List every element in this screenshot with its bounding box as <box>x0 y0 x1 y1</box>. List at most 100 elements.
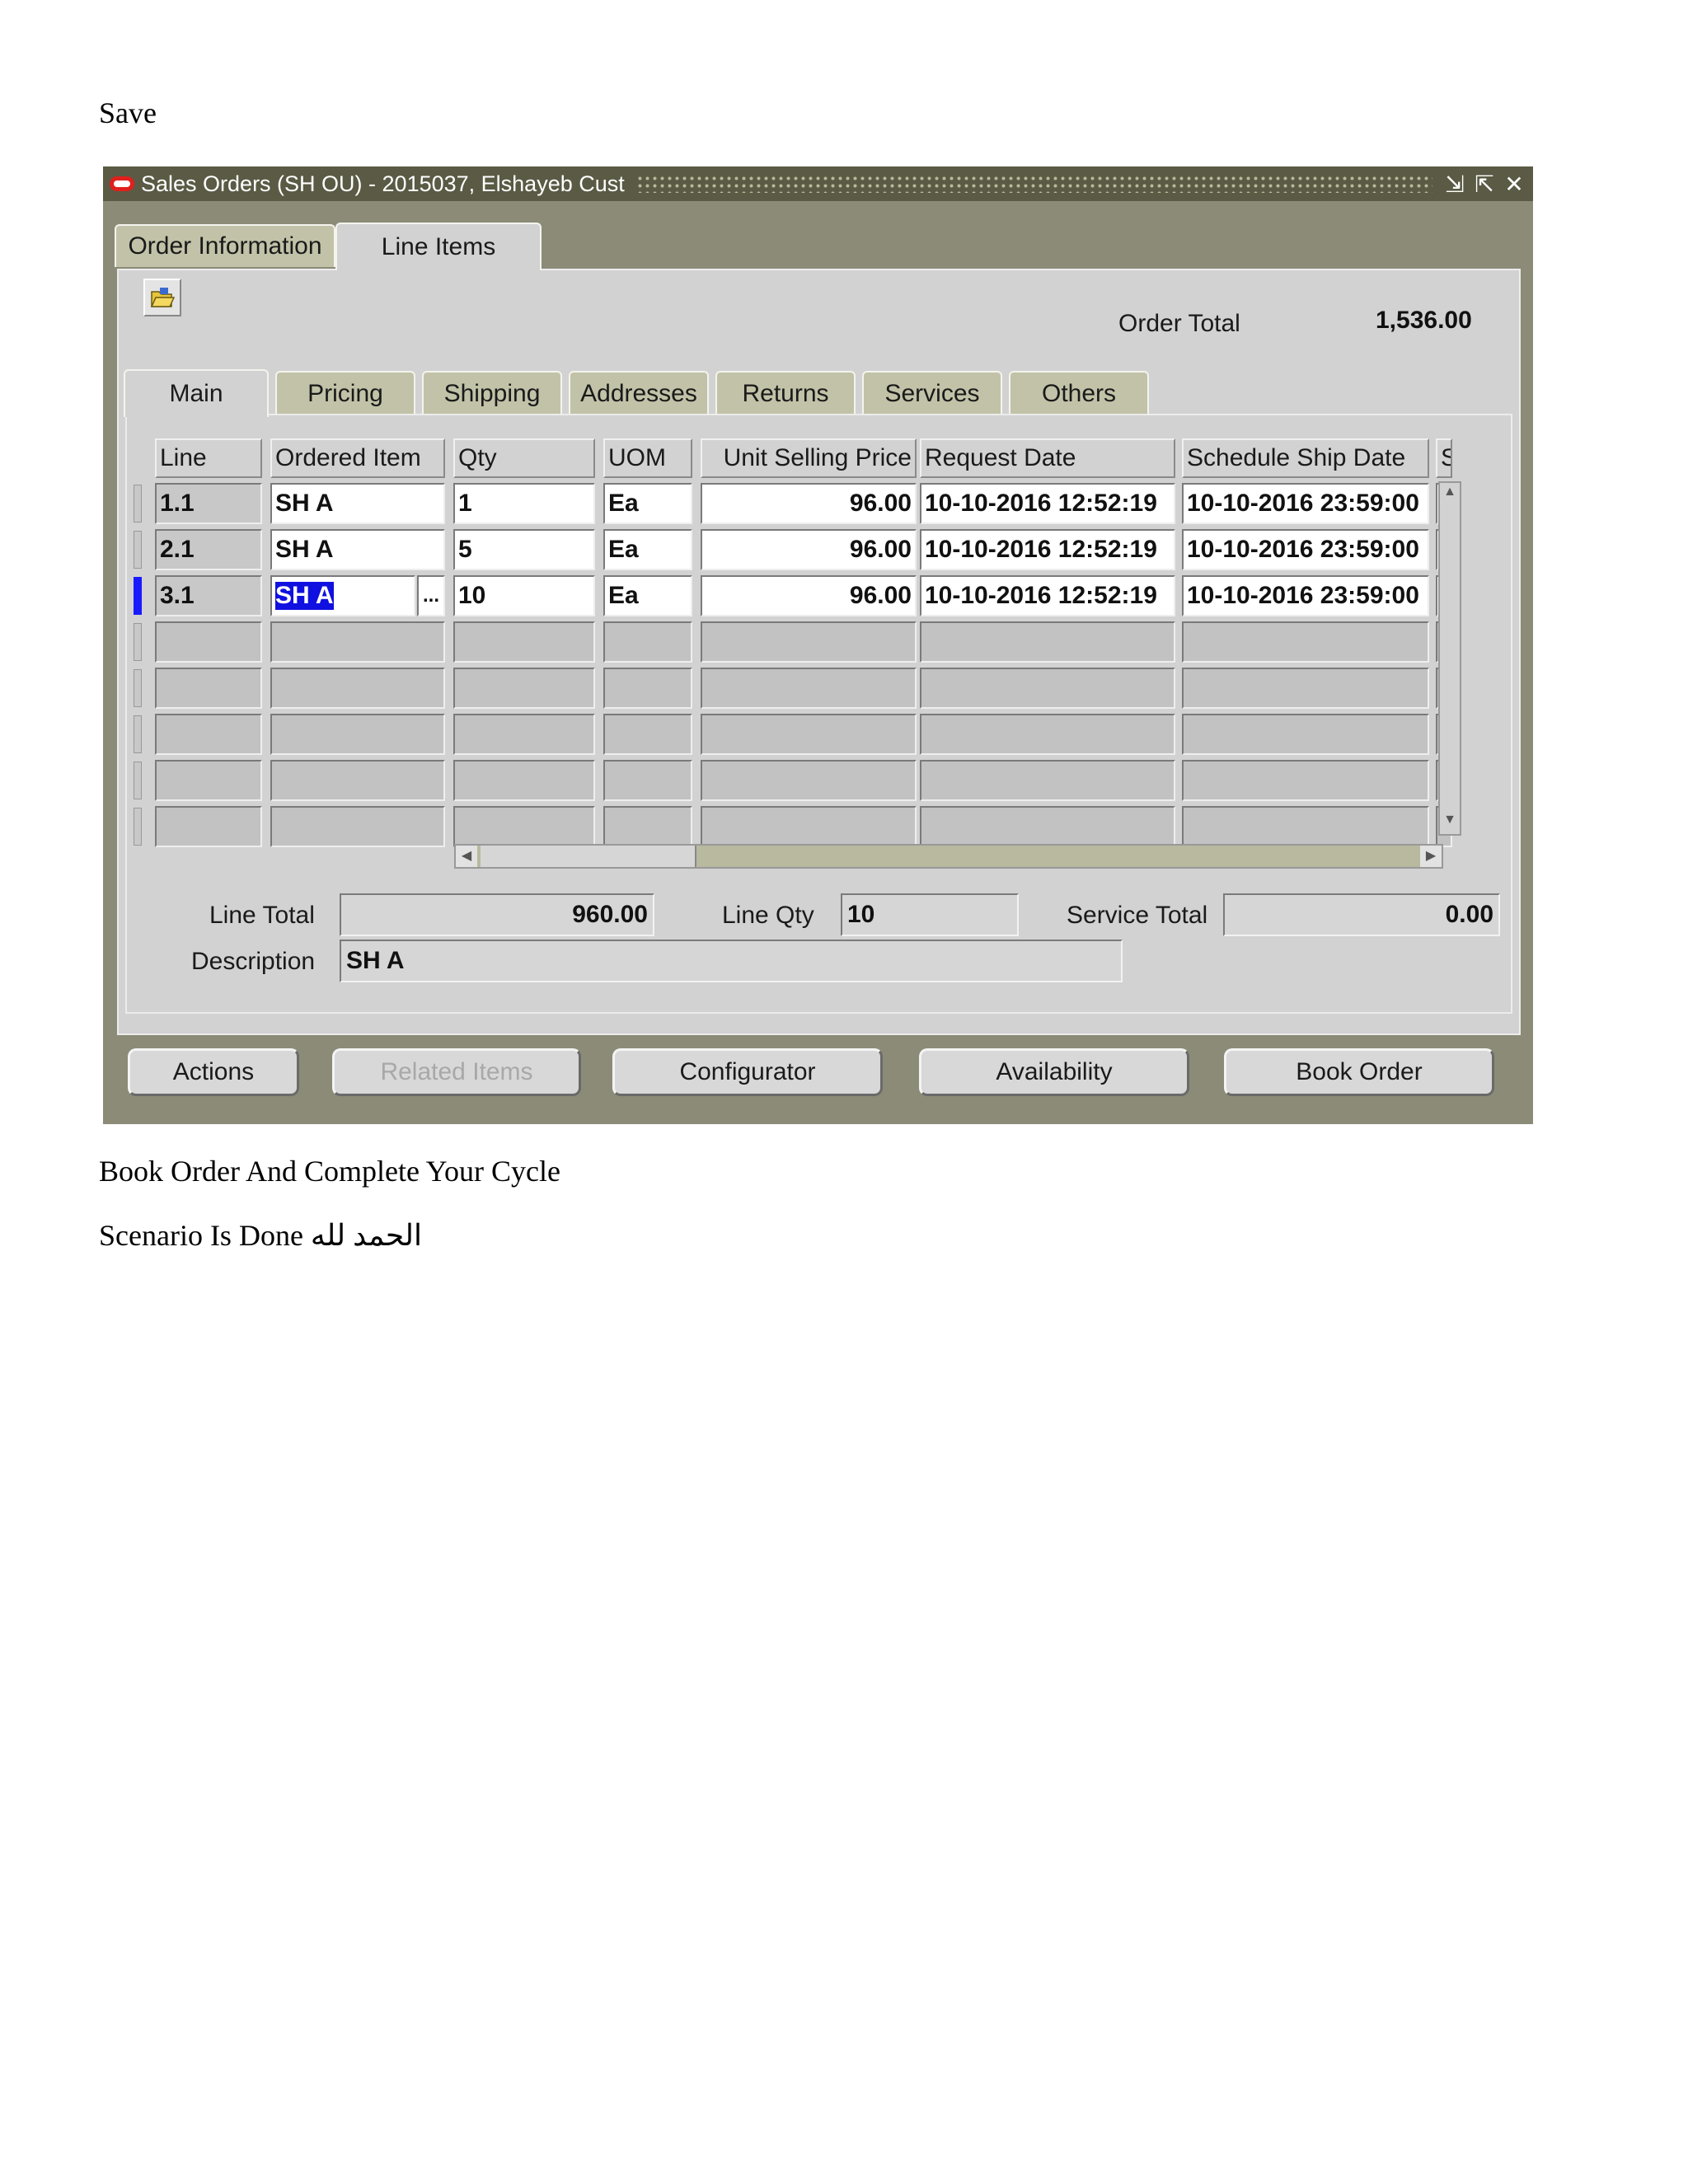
tab-order-information[interactable]: Order Information <box>115 224 335 267</box>
subtab-others[interactable]: Others <box>1009 371 1149 415</box>
table-cell-ordered-item[interactable]: SH A <box>270 483 445 524</box>
scroll-up-icon[interactable]: ▲ <box>1442 485 1458 504</box>
table-cell-empty[interactable] <box>1182 760 1429 801</box>
table-cell-empty[interactable] <box>270 714 445 755</box>
table-cell-empty[interactable] <box>453 806 595 847</box>
line-total-field[interactable]: 960.00 <box>340 893 654 936</box>
table-cell-request-date[interactable]: 10-10-2016 12:52:19 <box>920 575 1175 616</box>
table-cell-uom[interactable]: Ea <box>603 483 692 524</box>
table-cell-empty[interactable] <box>453 714 595 755</box>
table-cell-empty[interactable] <box>453 621 595 663</box>
table-cell-empty[interactable] <box>270 668 445 709</box>
table-cell-line[interactable]: 3.1 <box>155 575 262 616</box>
table-cell-schedule-ship-date[interactable]: 10-10-2016 23:59:00 <box>1182 575 1429 616</box>
table-cell-empty[interactable] <box>155 621 262 663</box>
row-indicator[interactable] <box>134 531 142 569</box>
service-total-label: Service Total <box>1067 902 1208 929</box>
table-cell-empty[interactable] <box>920 760 1175 801</box>
table-cell-unit-selling-price[interactable]: 96.00 <box>701 575 917 616</box>
vertical-scrollbar[interactable]: ▲ ▼ <box>1438 481 1461 836</box>
table-cell-request-date[interactable]: 10-10-2016 12:52:19 <box>920 483 1175 524</box>
table-cell-empty[interactable] <box>1182 714 1429 755</box>
table-cell-empty[interactable] <box>270 760 445 801</box>
table-cell-schedule-ship-date[interactable]: 10-10-2016 23:59:00 <box>1182 483 1429 524</box>
window-titlebar[interactable]: Sales Orders (SH OU) - 2015037, Elshayeb… <box>103 166 1533 201</box>
table-cell-qty[interactable]: 5 <box>453 529 595 570</box>
row-indicator[interactable] <box>134 762 142 799</box>
table-cell-ordered-item-active[interactable]: SH A <box>270 575 415 616</box>
table-cell-qty[interactable]: 1 <box>453 483 595 524</box>
subtab-addresses[interactable]: Addresses <box>569 371 709 415</box>
subtab-pricing[interactable]: Pricing <box>275 371 415 415</box>
maximize-icon[interactable]: ⇱ <box>1474 171 1495 198</box>
table-cell-empty[interactable] <box>1182 806 1429 847</box>
table-cell-empty[interactable] <box>603 760 692 801</box>
table-cell-empty[interactable] <box>920 714 1175 755</box>
row-indicator[interactable] <box>134 485 142 523</box>
close-icon[interactable]: ✕ <box>1503 171 1525 198</box>
subtab-shipping[interactable]: Shipping <box>422 371 562 415</box>
related-items-button[interactable]: Related Items <box>332 1048 581 1096</box>
table-cell-unit-selling-price[interactable]: 96.00 <box>701 483 917 524</box>
subtab-services[interactable]: Services <box>862 371 1002 415</box>
tab-line-items[interactable]: Line Items <box>335 223 542 270</box>
row-indicator-current[interactable] <box>134 577 142 615</box>
horizontal-scroll-thumb[interactable] <box>481 846 696 867</box>
service-total-field[interactable]: 0.00 <box>1223 893 1500 936</box>
subtab-main[interactable]: Main <box>124 369 269 417</box>
subtab-returns[interactable]: Returns <box>715 371 856 415</box>
configurator-button[interactable]: Configurator <box>612 1048 883 1096</box>
table-cell-empty[interactable] <box>920 621 1175 663</box>
table-cell-empty[interactable] <box>155 806 262 847</box>
attachments-button[interactable] <box>143 279 181 316</box>
table-cell-empty[interactable] <box>701 621 917 663</box>
table-cell-uom[interactable]: Ea <box>603 529 692 570</box>
table-cell-empty[interactable] <box>1182 668 1429 709</box>
table-cell-uom[interactable]: Ea <box>603 575 692 616</box>
scroll-left-icon[interactable]: ◀ <box>456 846 477 867</box>
table-cell-empty[interactable] <box>603 806 692 847</box>
table-cell-qty[interactable]: 10 <box>453 575 595 616</box>
table-cell-empty[interactable] <box>155 714 262 755</box>
actions-button[interactable]: Actions <box>128 1048 299 1096</box>
line-qty-field[interactable]: 10 <box>841 893 1019 936</box>
table-cell-empty[interactable] <box>453 668 595 709</box>
availability-button[interactable]: Availability <box>919 1048 1189 1096</box>
table-cell-request-date[interactable]: 10-10-2016 12:52:19 <box>920 529 1175 570</box>
table-cell-schedule-ship-date[interactable]: 10-10-2016 23:59:00 <box>1182 529 1429 570</box>
table-cell-empty[interactable] <box>603 668 692 709</box>
table-cell-empty[interactable] <box>920 668 1175 709</box>
table-cell-empty[interactable] <box>701 806 917 847</box>
table-cell-line[interactable]: 2.1 <box>155 529 262 570</box>
row-indicator[interactable] <box>134 623 142 661</box>
scroll-right-icon[interactable]: ▶ <box>1420 846 1442 867</box>
table-cell-empty[interactable] <box>603 714 692 755</box>
row-indicator[interactable] <box>134 808 142 846</box>
col-header-unit-selling-price: Unit Selling Price <box>701 438 917 478</box>
table-cell-unit-selling-price[interactable]: 96.00 <box>701 529 917 570</box>
lov-button[interactable]: ... <box>417 575 445 616</box>
table-cell-empty[interactable] <box>603 621 692 663</box>
doc-book-order-text: Book Order And Complete Your Cycle <box>99 1155 560 1188</box>
row-indicator[interactable] <box>134 715 142 753</box>
table-cell-empty[interactable] <box>155 760 262 801</box>
table-cell-line[interactable]: 1.1 <box>155 483 262 524</box>
table-cell-empty[interactable] <box>270 621 445 663</box>
minimize-icon[interactable]: ⇲ <box>1444 171 1465 198</box>
table-cell-empty[interactable] <box>270 806 445 847</box>
description-field[interactable]: SH A <box>340 940 1123 982</box>
horizontal-scrollbar[interactable]: ◀ ▶ <box>454 844 1443 869</box>
table-cell-ordered-item[interactable]: SH A <box>270 529 445 570</box>
row-indicator[interactable] <box>134 669 142 707</box>
table-cell-empty[interactable] <box>155 668 262 709</box>
table-cell-empty[interactable] <box>701 760 917 801</box>
table-cell-empty[interactable] <box>453 760 595 801</box>
table-cell-empty[interactable] <box>1182 621 1429 663</box>
order-total-value: 1,536.00 <box>1376 307 1472 334</box>
scroll-down-icon[interactable]: ▼ <box>1442 813 1458 832</box>
table-cell-empty[interactable] <box>701 668 917 709</box>
col-header-schedule-ship-date: Schedule Ship Date <box>1182 438 1429 478</box>
book-order-button[interactable]: Book Order <box>1224 1048 1494 1096</box>
table-cell-empty[interactable] <box>920 806 1175 847</box>
table-cell-empty[interactable] <box>701 714 917 755</box>
